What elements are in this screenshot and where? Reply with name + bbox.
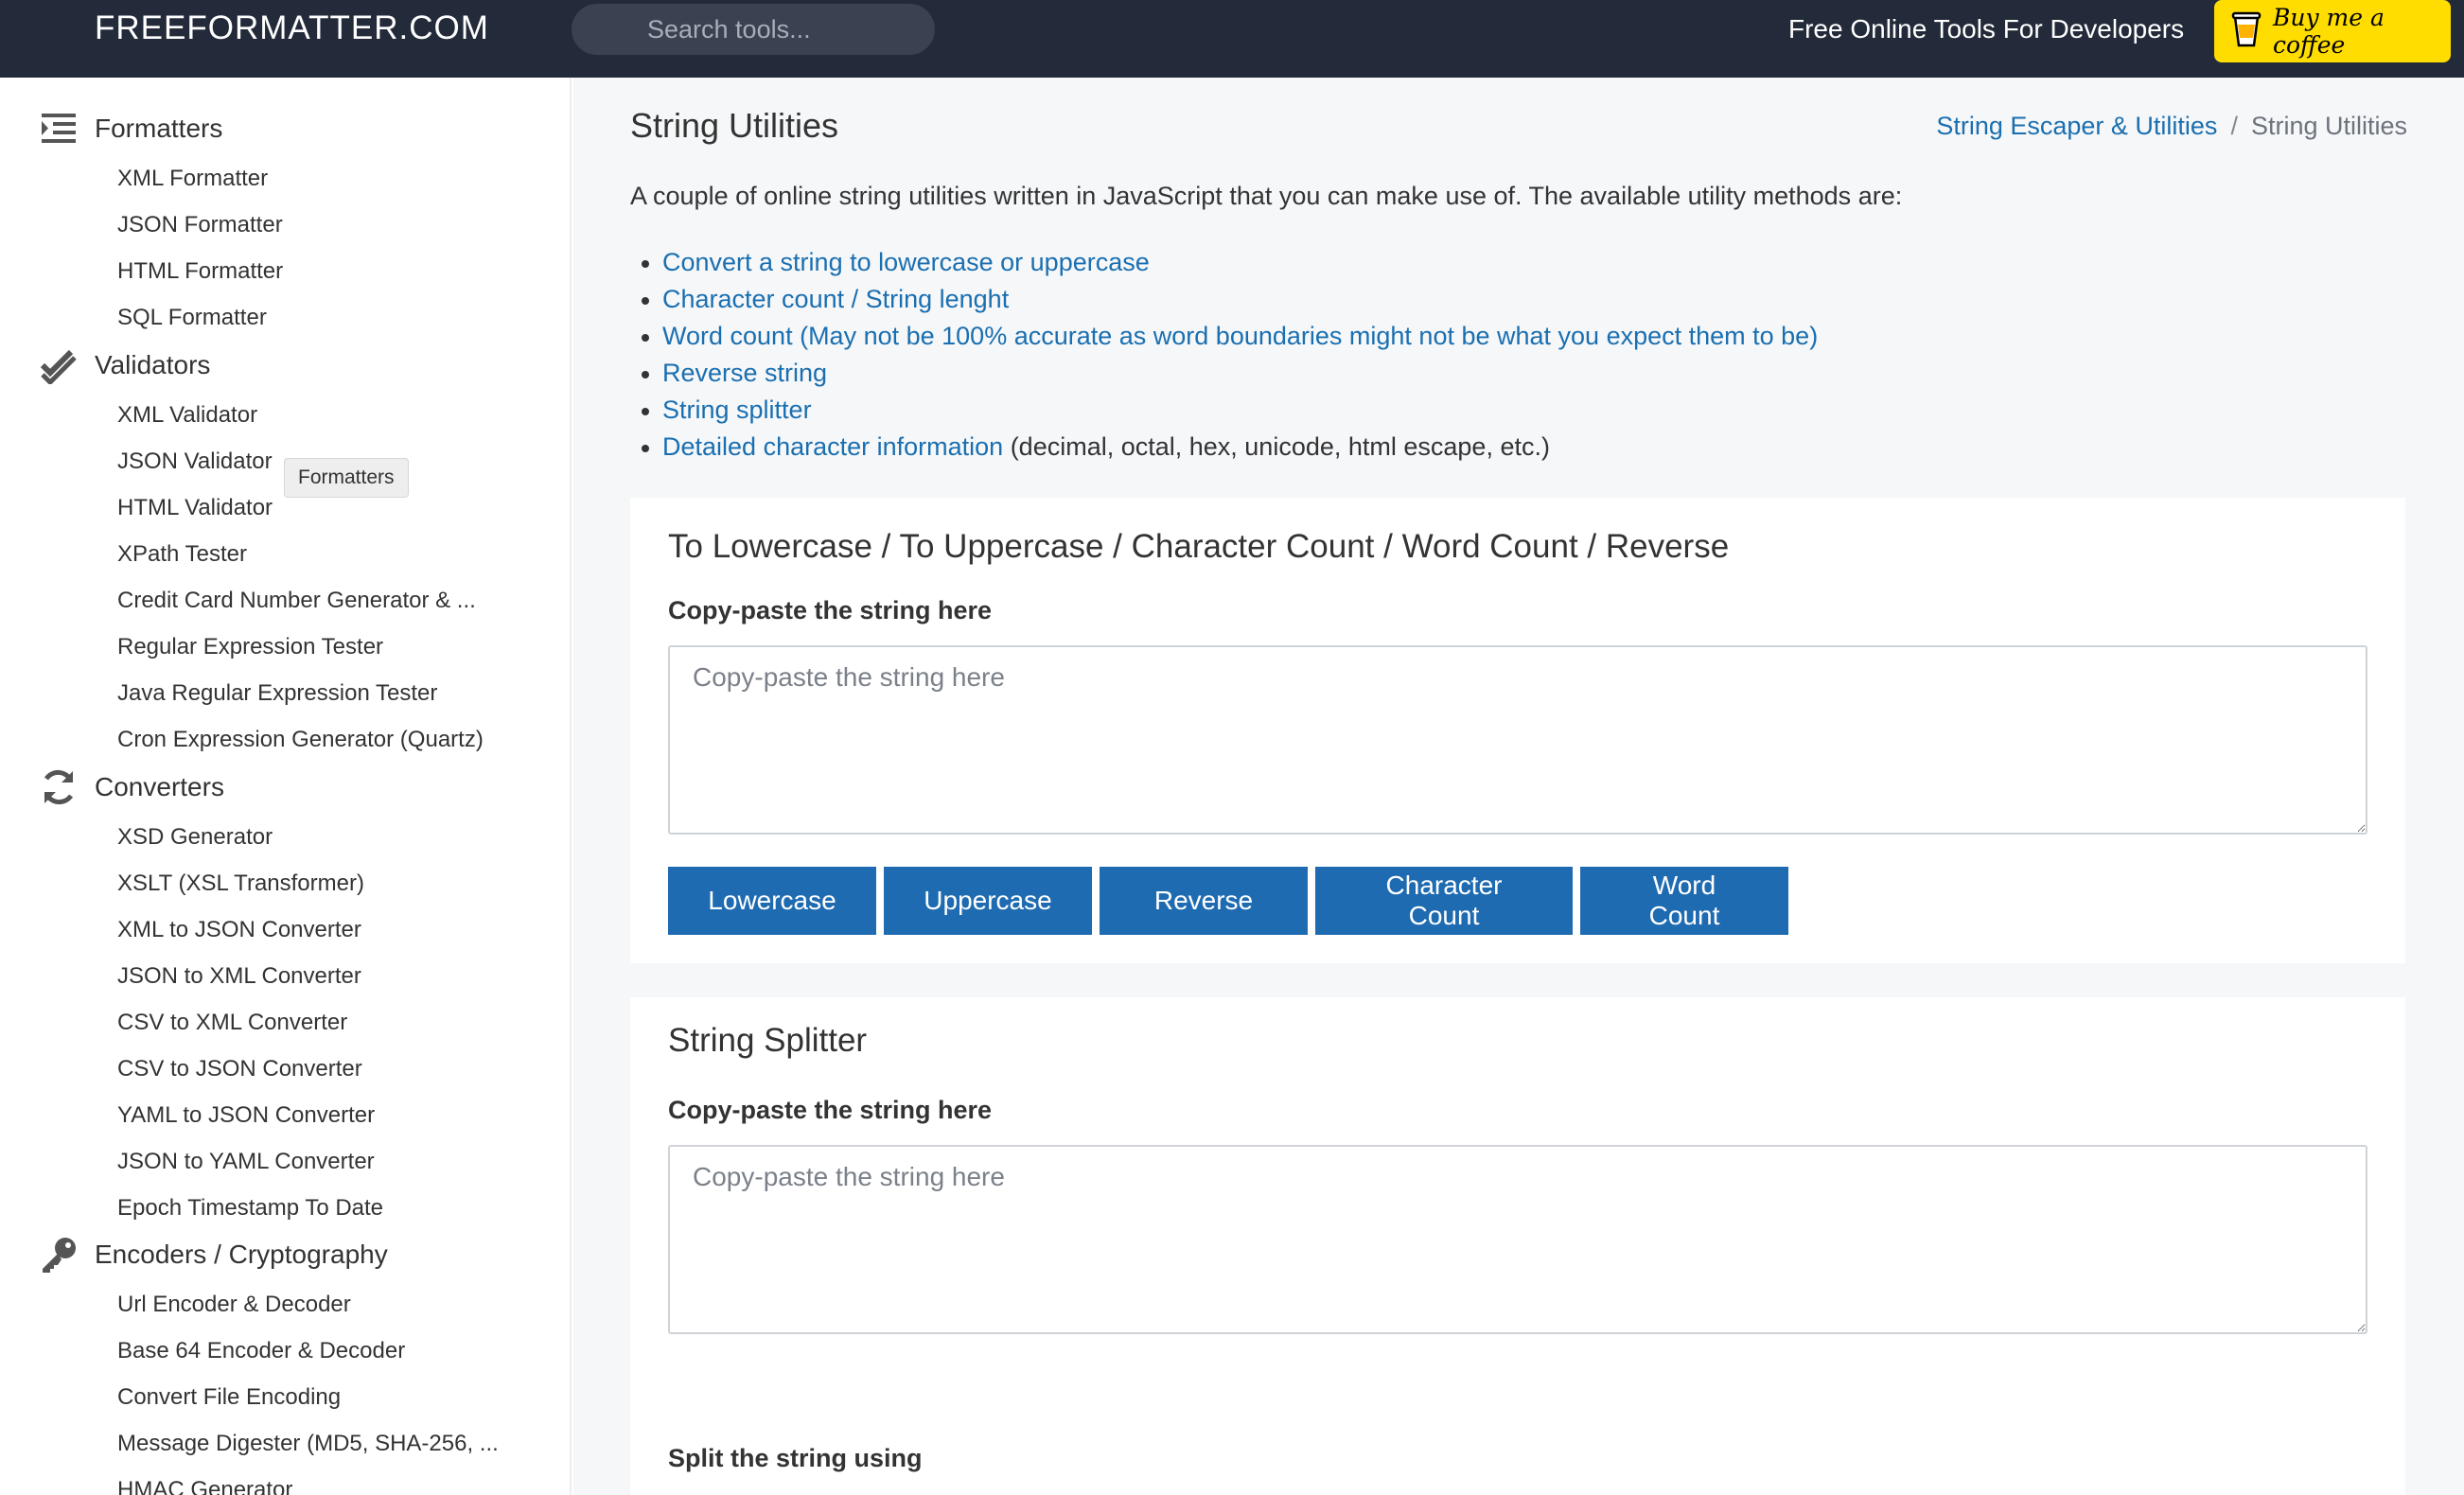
- sidebar-item-url-encoder[interactable]: Url Encoder & Decoder: [117, 1292, 351, 1318]
- sidebar-category-encoders[interactable]: Encoders / Cryptography: [38, 1234, 388, 1275]
- breadcrumb-parent-link[interactable]: String Escaper & Utilities: [1936, 112, 2217, 140]
- sidebar: Formatters XML Formatter JSON Formatter …: [0, 78, 572, 1495]
- double-check-icon: [38, 344, 79, 386]
- sidebar-item-json-validator[interactable]: JSON Validator: [117, 448, 273, 475]
- sidebar-item-message-digester[interactable]: Message Digester (MD5, SHA-256, ...: [117, 1431, 499, 1457]
- sidebar-item-csv-to-json[interactable]: CSV to JSON Converter: [117, 1056, 362, 1082]
- input-label: Copy-paste the string here: [668, 596, 993, 624]
- utility-note: (decimal, octal, hex, unicode, html esca…: [1003, 432, 1550, 461]
- sidebar-item-xml-to-json[interactable]: XML to JSON Converter: [117, 917, 361, 943]
- sidebar-item-cron-generator[interactable]: Cron Expression Generator (Quartz): [117, 727, 484, 753]
- utility-link-case[interactable]: Convert a string to lowercase or upperca…: [662, 248, 1150, 276]
- utility-link-splitter[interactable]: String splitter: [662, 396, 812, 424]
- sidebar-category-label: Encoders / Cryptography: [95, 1240, 388, 1269]
- list-item: String splitter: [641, 392, 1818, 429]
- indent-list-icon: [38, 108, 79, 150]
- page-title: String Utilities: [630, 106, 839, 145]
- coffee-label: Buy me a coffee: [2273, 4, 2385, 59]
- sidebar-item-hmac-generator[interactable]: HMAC Generator: [117, 1477, 292, 1495]
- sidebar-item-xml-formatter[interactable]: XML Formatter: [117, 166, 268, 192]
- utility-link-char-info[interactable]: Detailed character information: [662, 432, 1003, 461]
- utility-link-word-count[interactable]: Word count (May not be 100% accurate as …: [662, 322, 1818, 350]
- hover-tooltip: Formatters: [284, 458, 409, 498]
- sidebar-category-label: Converters: [95, 772, 224, 801]
- sidebar-item-convert-encoding[interactable]: Convert File Encoding: [117, 1384, 341, 1411]
- site-logo[interactable]: FREEFORMATTER.COM: [95, 0, 489, 57]
- refresh-icon: [38, 766, 79, 808]
- input-label: Copy-paste the string here: [668, 1096, 993, 1124]
- uppercase-button[interactable]: Uppercase: [884, 867, 1092, 935]
- string-input-textarea[interactable]: [668, 645, 2367, 835]
- split-label: Split the string using: [668, 1444, 923, 1472]
- top-navbar: FREEFORMATTER.COM Free Online Tools For …: [0, 0, 2464, 78]
- sidebar-item-credit-card-generator[interactable]: Credit Card Number Generator & ...: [117, 588, 476, 614]
- card-title: To Lowercase / To Uppercase / Character …: [668, 528, 1730, 565]
- breadcrumb-current: String Utilities: [2250, 112, 2407, 140]
- word-count-button[interactable]: Word Count: [1580, 867, 1788, 935]
- sidebar-category-label: Formatters: [95, 114, 223, 143]
- sidebar-item-java-regex-tester[interactable]: Java Regular Expression Tester: [117, 680, 437, 707]
- sidebar-item-epoch-timestamp[interactable]: Epoch Timestamp To Date: [117, 1195, 383, 1222]
- sidebar-category-formatters[interactable]: Formatters: [38, 108, 222, 150]
- breadcrumb: String Escaper & Utilities / String Utilit…: [1936, 112, 2407, 141]
- sidebar-item-json-formatter[interactable]: JSON Formatter: [117, 212, 283, 238]
- sidebar-item-html-validator[interactable]: HTML Validator: [117, 495, 273, 521]
- sidebar-item-json-to-xml[interactable]: JSON to XML Converter: [117, 963, 361, 990]
- card-title: String Splitter: [668, 1022, 868, 1059]
- sidebar-category-validators[interactable]: Validators: [38, 344, 210, 386]
- case-count-reverse-card: To Lowercase / To Uppercase / Character …: [630, 498, 2405, 963]
- sidebar-item-regex-tester[interactable]: Regular Expression Tester: [117, 634, 383, 660]
- list-item: Character count / String lenght: [641, 281, 1818, 318]
- main-content: String Utilities String Escaper & Utilit…: [573, 78, 2464, 1495]
- lowercase-button[interactable]: Lowercase: [668, 867, 876, 935]
- sidebar-item-sql-formatter[interactable]: SQL Formatter: [117, 305, 267, 331]
- sidebar-item-html-formatter[interactable]: HTML Formatter: [117, 258, 283, 285]
- list-item: Convert a string to lowercase or upperca…: [641, 244, 1818, 281]
- sidebar-category-converters[interactable]: Converters: [38, 766, 224, 808]
- sidebar-item-base64[interactable]: Base 64 Encoder & Decoder: [117, 1338, 405, 1364]
- intro-text: A couple of online string utilities writ…: [630, 182, 1903, 210]
- sidebar-item-xslt[interactable]: XSLT (XSL Transformer): [117, 871, 364, 897]
- sidebar-item-xpath-tester[interactable]: XPath Tester: [117, 541, 247, 568]
- list-item: Word count (May not be 100% accurate as …: [641, 318, 1818, 355]
- utility-link-char-count[interactable]: Character count / String lenght: [662, 285, 1009, 313]
- sidebar-item-xsd-generator[interactable]: XSD Generator: [117, 824, 273, 851]
- coffee-cup-icon: [2231, 9, 2262, 53]
- buy-me-a-coffee-button[interactable]: Buy me a coffee: [2214, 0, 2451, 62]
- utilities-list: Convert a string to lowercase or upperca…: [641, 244, 1818, 466]
- splitter-input-textarea[interactable]: [668, 1145, 2367, 1334]
- sidebar-category-label: Validators: [95, 350, 211, 379]
- reverse-button[interactable]: Reverse: [1100, 867, 1308, 935]
- list-item: Reverse string: [641, 355, 1818, 392]
- sidebar-item-json-to-yaml[interactable]: JSON to YAML Converter: [117, 1149, 375, 1175]
- list-item: Detailed character information (decimal,…: [641, 429, 1818, 466]
- key-icon: [38, 1234, 79, 1275]
- sidebar-item-yaml-to-json[interactable]: YAML to JSON Converter: [117, 1102, 375, 1129]
- sidebar-item-xml-validator[interactable]: XML Validator: [117, 402, 257, 429]
- string-splitter-card: String Splitter Copy-paste the string he…: [630, 997, 2405, 1495]
- action-buttons: Lowercase Uppercase Reverse Character Co…: [668, 867, 1788, 935]
- sidebar-item-csv-to-xml[interactable]: CSV to XML Converter: [117, 1010, 347, 1036]
- breadcrumb-separator: /: [2230, 112, 2238, 140]
- utility-link-reverse[interactable]: Reverse string: [662, 359, 827, 387]
- site-tagline[interactable]: Free Online Tools For Developers: [1788, 0, 2184, 59]
- search-input[interactable]: [572, 4, 935, 55]
- character-count-button[interactable]: Character Count: [1315, 867, 1573, 935]
